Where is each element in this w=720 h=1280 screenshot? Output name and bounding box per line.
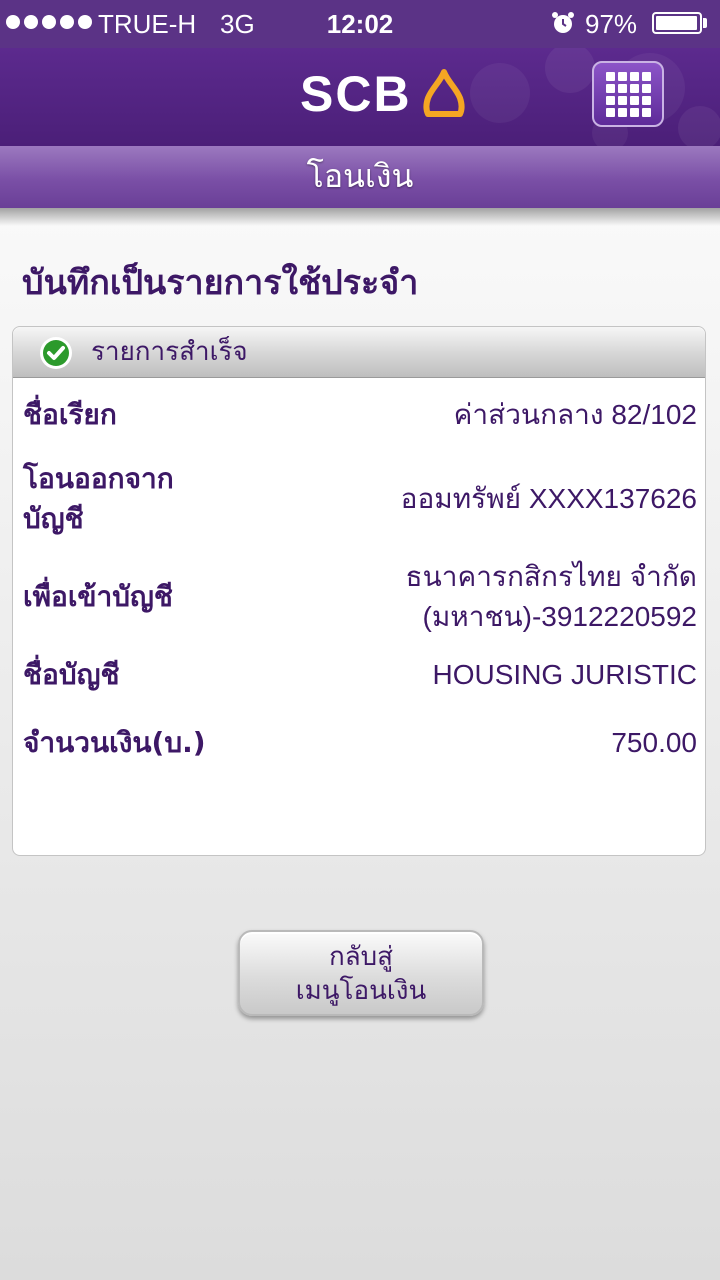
success-status: รายการสำเร็จ: [91, 337, 248, 367]
grid-icon: [605, 71, 651, 117]
battery-level: [656, 16, 697, 30]
back-to-transfer-menu-button[interactable]: กลับสู่ เมนูโอนเงิน: [238, 930, 484, 1016]
page-heading: บันทึกเป็นรายการใช้ประจำ: [22, 263, 419, 303]
success-header: รายการสำเร็จ: [13, 327, 705, 378]
detail-row-nickname: ชื่อเรียก ค่าส่วนกลาง 82/102: [23, 395, 697, 435]
main-menu-button[interactable]: [592, 61, 664, 127]
detail-label: ชื่อบัญชี: [23, 658, 120, 691]
battery-percent: 97%: [585, 9, 638, 39]
detail-label: จำนวนเงิน(บ.): [23, 726, 206, 759]
screen-title: โอนเงิน: [0, 146, 720, 208]
screen: TRUE-H 3G 12:02 97% SCB โอนเงิน บันทึกเป…: [0, 0, 720, 1280]
app-header: SCB: [0, 48, 720, 146]
detail-value: ออมทรัพย์ XXXX137626: [400, 483, 697, 514]
header-pattern: [470, 48, 720, 146]
title-shadow: [0, 208, 720, 226]
detail-value: 750.00: [611, 727, 697, 758]
detail-label: ชื่อเรียก: [23, 398, 117, 431]
scb-emblem-icon: [423, 69, 465, 117]
back-button-line-2: เมนูโอนเงิน: [295, 976, 427, 1006]
battery-icon: [652, 12, 702, 34]
detail-row-from-account: โอนออกจาก บัญชี ออมทรัพย์ XXXX137626: [23, 459, 697, 539]
check-circle-icon: [40, 337, 72, 369]
detail-row-to-account: เพื่อเข้าบัญชี ธนาคารกสิกรไทย จำกัด (มหา…: [23, 557, 697, 637]
alarm-clock-icon: [552, 12, 574, 33]
detail-value: ธนาคารกสิกรไทย จำกัด (มหาชน)-3912220592: [405, 561, 697, 632]
back-button-line-1: กลับสู่: [328, 942, 394, 972]
transfer-result-panel: รายการสำเร็จ ชื่อเรียก ค่าส่วนกลาง 82/10…: [12, 326, 706, 856]
detail-label: เพื่อเข้าบัญชี: [23, 580, 173, 613]
detail-label: โอนออกจาก บัญชี: [23, 462, 174, 535]
scb-logo: SCB: [300, 64, 470, 124]
status-bar: TRUE-H 3G 12:02 97%: [0, 0, 720, 48]
detail-row-amount: จำนวนเงิน(บ.) 750.00: [23, 723, 697, 763]
battery-tip: [703, 18, 707, 28]
detail-row-account-name: ชื่อบัญชี HOUSING JURISTIC: [23, 655, 697, 695]
detail-value: ค่าส่วนกลาง 82/102: [453, 399, 697, 430]
logo-text: SCB: [300, 66, 412, 122]
detail-value: HOUSING JURISTIC: [432, 659, 697, 690]
